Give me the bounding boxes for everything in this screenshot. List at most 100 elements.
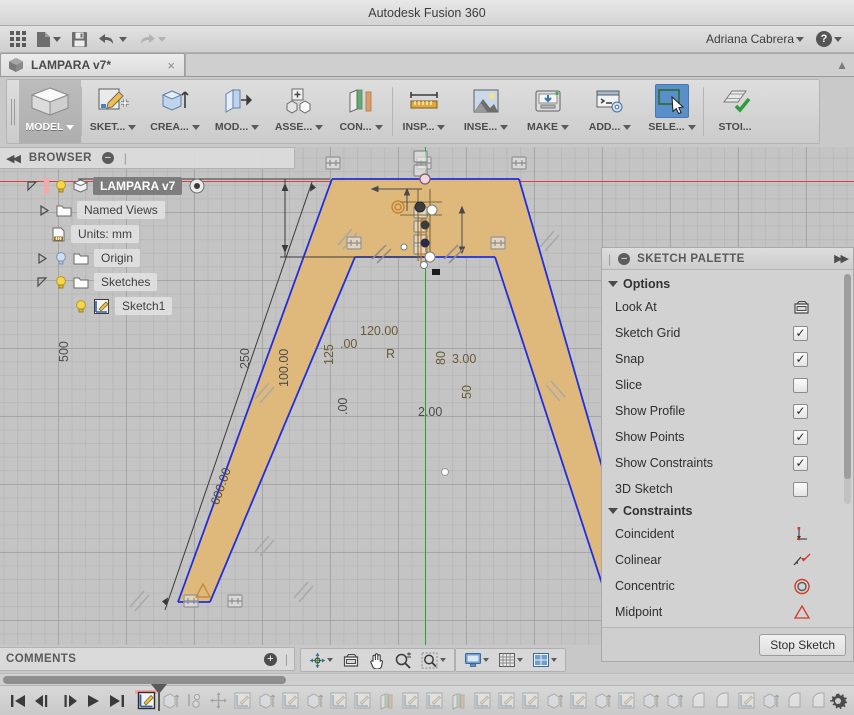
timeline-feature-extrude[interactable] — [759, 690, 781, 712]
ribbon-group-insert[interactable]: INSE... — [455, 80, 517, 143]
timeline-feature-sketch[interactable] — [279, 690, 301, 712]
concentric-icon[interactable] — [793, 578, 811, 595]
light-bulb-icon[interactable] — [54, 179, 68, 193]
dimension-label[interactable]: R — [386, 347, 395, 361]
palette-row-3d-sketch[interactable]: 3D Sketch — [602, 476, 853, 502]
timeline-feature-extrude[interactable] — [591, 690, 613, 712]
dimension-label[interactable]: 3.00 — [452, 352, 476, 366]
browser-item-sketch1[interactable]: Sketch1 — [2, 294, 295, 318]
pan-button[interactable] — [366, 651, 388, 670]
ribbon-group-addins[interactable]: ADD... — [579, 80, 641, 143]
timeline-feature-sketch[interactable] — [327, 690, 349, 712]
timeline-feature-sketch[interactable] — [423, 690, 445, 712]
timeline-feature-extrude[interactable] — [639, 690, 661, 712]
step-forward-icon[interactable] — [60, 694, 78, 708]
timeline-feature-construct-point[interactable] — [183, 690, 205, 712]
ribbon-grip[interactable] — [7, 80, 19, 143]
ribbon-group-modify[interactable]: MOD... — [206, 80, 268, 143]
timeline-feature-extrude[interactable] — [543, 690, 565, 712]
zoom-button[interactable] — [391, 651, 415, 670]
minus-circle-icon[interactable]: – — [101, 152, 114, 164]
apps-grid-button[interactable] — [6, 28, 30, 51]
checkbox-show-constraints[interactable]: ✓ — [793, 455, 808, 471]
dimension-label[interactable]: .00 — [340, 337, 357, 351]
origin-point[interactable] — [441, 468, 449, 476]
workspace-switcher-model[interactable]: MODEL — [19, 80, 81, 143]
palette-row-colinear[interactable]: Colinear — [602, 547, 853, 573]
palette-row-coincident[interactable]: Coincident — [602, 521, 853, 547]
palette-row-midpoint[interactable]: Midpoint — [602, 599, 853, 625]
play-icon[interactable] — [86, 694, 101, 708]
timeline-settings-button[interactable] — [829, 692, 854, 710]
ribbon-group-sketch[interactable]: SKET... — [82, 80, 144, 143]
horizontal-scrollbar[interactable] — [0, 673, 854, 685]
panel-grip[interactable]: | — [608, 252, 611, 266]
ribbon-group-make[interactable]: MAKE — [517, 80, 579, 143]
dimension-label[interactable]: 80 — [434, 351, 448, 365]
timeline-feature-sketch[interactable] — [351, 690, 373, 712]
palette-row-snap[interactable]: Snap ✓ — [602, 346, 853, 372]
browser-item-named-views[interactable]: Named Views — [2, 198, 295, 222]
timeline-feature-sketch[interactable] — [471, 690, 493, 712]
panel-grip[interactable]: | — [285, 652, 288, 666]
panel-grip[interactable]: | — [124, 151, 127, 165]
user-account-button[interactable]: Adriana Cabrera — [702, 28, 808, 51]
close-icon[interactable]: × — [167, 58, 175, 73]
save-button[interactable] — [67, 28, 92, 51]
display-settings-button[interactable] — [461, 651, 492, 669]
palette-row-show-profile[interactable]: Show Profile ✓ — [602, 398, 853, 424]
look-at-icon[interactable] — [793, 300, 810, 315]
zoom-window-button[interactable] — [418, 651, 449, 670]
file-menu-button[interactable] — [32, 28, 65, 51]
grid-snaps-button[interactable] — [495, 651, 526, 669]
redo-button[interactable] — [133, 28, 170, 51]
timeline-feature-sketch[interactable] — [399, 690, 421, 712]
ribbon-group-stop-sketch[interactable]: STOI... — [704, 80, 766, 143]
twisty-right-icon[interactable] — [36, 252, 49, 265]
timeline-feature-sketch[interactable] — [567, 690, 589, 712]
document-tab[interactable]: LAMPARA v7* × — [0, 53, 185, 76]
dimension-label[interactable]: 50 — [460, 385, 474, 399]
checkbox-sketch-grid[interactable]: ✓ — [793, 325, 808, 341]
timeline-feature-sketch[interactable] — [519, 690, 541, 712]
checkbox-slice[interactable] — [793, 377, 808, 393]
timeline-feature-fillet[interactable] — [783, 690, 805, 712]
light-bulb-icon[interactable] — [54, 251, 68, 265]
timeline-feature-extrude[interactable] — [663, 690, 685, 712]
browser-item-units[interactable]: Units: mm — [2, 222, 295, 246]
twisty-right-icon[interactable] — [38, 204, 51, 217]
checkbox-snap[interactable]: ✓ — [793, 351, 808, 367]
timeline-feature-sketch[interactable] — [735, 690, 757, 712]
palette-section-options[interactable]: Options — [602, 275, 853, 294]
dimension-label[interactable]: 125 — [322, 344, 336, 365]
dimension-label[interactable]: .00 — [336, 398, 350, 415]
minus-circle-icon[interactable]: – — [618, 252, 631, 265]
light-bulb-icon[interactable] — [74, 299, 88, 313]
palette-row-concentric[interactable]: Concentric — [602, 573, 853, 599]
dimension-label[interactable]: 250 — [238, 348, 252, 369]
dimension-label[interactable]: 100.00 — [277, 349, 291, 387]
browser-item-lampara[interactable]: LAMPARA v7 — [2, 174, 295, 198]
timeline-feature-fillet[interactable] — [687, 690, 709, 712]
ribbon-group-inspect[interactable]: INSP... — [393, 80, 455, 143]
twisty-down-icon[interactable] — [36, 276, 49, 289]
palette-scrollbar[interactable] — [844, 274, 851, 504]
coincident-icon[interactable] — [793, 526, 811, 543]
stop-sketch-button[interactable]: Stop Sketch — [759, 633, 846, 656]
checkbox-show-points[interactable]: ✓ — [793, 429, 808, 445]
dimension-label[interactable]: 120.00 — [360, 324, 398, 338]
plus-circle-icon[interactable]: + — [263, 652, 277, 666]
dimension-label[interactable]: 500 — [57, 341, 71, 362]
palette-row-show-constraints[interactable]: Show Constraints ✓ — [602, 450, 853, 476]
midpoint-icon[interactable] — [793, 604, 811, 621]
palette-row-slice[interactable]: Slice — [602, 372, 853, 398]
step-back-icon[interactable] — [34, 694, 52, 708]
timeline-feature-extrude[interactable] — [303, 690, 325, 712]
dimension-label[interactable]: 2.00 — [418, 405, 442, 419]
browser-item-origin[interactable]: Origin — [2, 246, 295, 270]
timeline-feature-move[interactable] — [207, 690, 229, 712]
checkbox-3d-sketch[interactable] — [793, 481, 808, 497]
ribbon-group-create[interactable]: CREA... — [144, 80, 206, 143]
double-right-arrow-icon[interactable]: ▶▶ — [834, 252, 849, 265]
undo-button[interactable] — [94, 28, 131, 51]
